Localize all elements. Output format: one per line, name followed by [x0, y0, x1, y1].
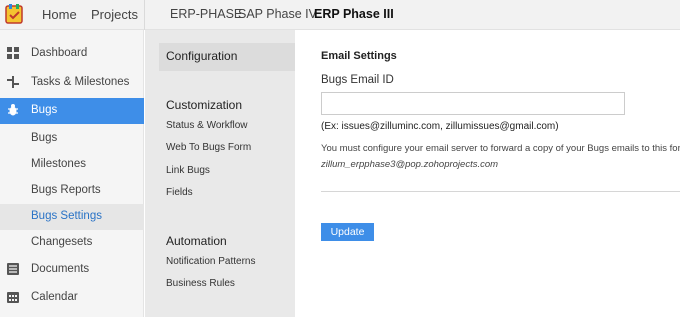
sidebar: Dashboard Tasks & Milestones Bugs Bugs M… — [0, 30, 144, 317]
update-button[interactable]: Update — [321, 223, 374, 241]
project-link-erp-phase-iii[interactable]: ERP Phase III — [314, 7, 394, 21]
sidebar-item-label: Tasks & Milestones — [31, 76, 130, 88]
sidebar-subitem-bugs-settings[interactable]: Bugs Settings — [0, 204, 144, 230]
section-heading-automation: Automation — [166, 234, 227, 248]
sidebar-subitem-bugs-reports[interactable]: Bugs Reports — [0, 178, 144, 204]
sidebar-item-documents[interactable]: Documents — [0, 257, 144, 283]
sidebar-item-bugs[interactable]: Bugs — [0, 98, 144, 124]
section-heading-customization: Customization — [166, 98, 243, 112]
app-logo-icon[interactable] — [4, 3, 24, 25]
settings-link-link-bugs[interactable]: Link Bugs — [166, 165, 210, 176]
sidebar-subitem-changesets[interactable]: Changesets — [0, 230, 144, 256]
forwarding-address: zillum_erpphase3@pop.zohoprojects.com — [321, 159, 499, 170]
email-settings-heading: Email Settings — [321, 50, 397, 62]
settings-link-fields[interactable]: Fields — [166, 187, 193, 198]
email-example-text: (Ex: issues@zilluminc.com, zillumissues@… — [321, 121, 559, 132]
divider — [144, 0, 145, 30]
bug-icon — [8, 104, 18, 116]
nav-home[interactable]: Home — [42, 7, 77, 22]
sidebar-item-label: Calendar — [31, 291, 78, 303]
sidebar-item-label: Documents — [31, 263, 90, 275]
sidebar-item-label: Changesets — [31, 236, 93, 248]
main-panel: Email Settings Bugs Email ID (Ex: issues… — [295, 30, 680, 317]
dashboard-icon — [7, 47, 19, 59]
settings-link-web-to-bugs-form[interactable]: Web To Bugs Form — [166, 142, 251, 153]
sidebar-item-label: Bugs — [31, 104, 58, 116]
settings-link-status-workflow[interactable]: Status & Workflow — [166, 120, 248, 131]
sidebar-subitem-bugs[interactable]: Bugs — [0, 126, 144, 152]
nav-projects[interactable]: Projects — [91, 7, 138, 22]
project-link-erp-phase[interactable]: ERP-PHASE — [170, 7, 242, 21]
bugs-email-id-label: Bugs Email ID — [321, 74, 394, 86]
settings-tab-configuration[interactable]: Configuration — [159, 43, 295, 71]
sidebar-item-calendar[interactable]: Calendar — [0, 285, 144, 311]
bugs-email-id-input[interactable] — [321, 92, 625, 115]
sidebar-item-dashboard[interactable]: Dashboard — [0, 41, 144, 67]
divider — [321, 191, 680, 192]
forwarding-note: You must configure your email server to … — [321, 143, 680, 154]
settings-link-business-rules[interactable]: Business Rules — [166, 278, 235, 289]
calendar-icon — [7, 292, 19, 303]
sidebar-item-tasks-milestones[interactable]: Tasks & Milestones — [0, 70, 144, 96]
sidebar-item-label: Dashboard — [31, 47, 88, 59]
sidebar-item-label: Bugs — [31, 132, 58, 144]
settings-link-notification-patterns[interactable]: Notification Patterns — [166, 256, 256, 267]
sidebar-item-label: Bugs Reports — [31, 184, 101, 196]
sidebar-item-label: Milestones — [31, 158, 86, 170]
documents-icon — [7, 263, 19, 275]
sidebar-item-label: Bugs Settings — [31, 210, 102, 222]
settings-nav: Configuration Customization Status & Wor… — [145, 30, 295, 317]
project-link-sap-phase-iv[interactable]: SAP Phase IV — [238, 7, 317, 21]
top-bar: Home Projects ERP-PHASE SAP Phase IV ERP… — [0, 0, 680, 30]
sidebar-subitem-milestones[interactable]: Milestones — [0, 152, 144, 178]
settings-tab-label: Configuration — [166, 49, 238, 63]
tasks-icon — [7, 76, 19, 88]
